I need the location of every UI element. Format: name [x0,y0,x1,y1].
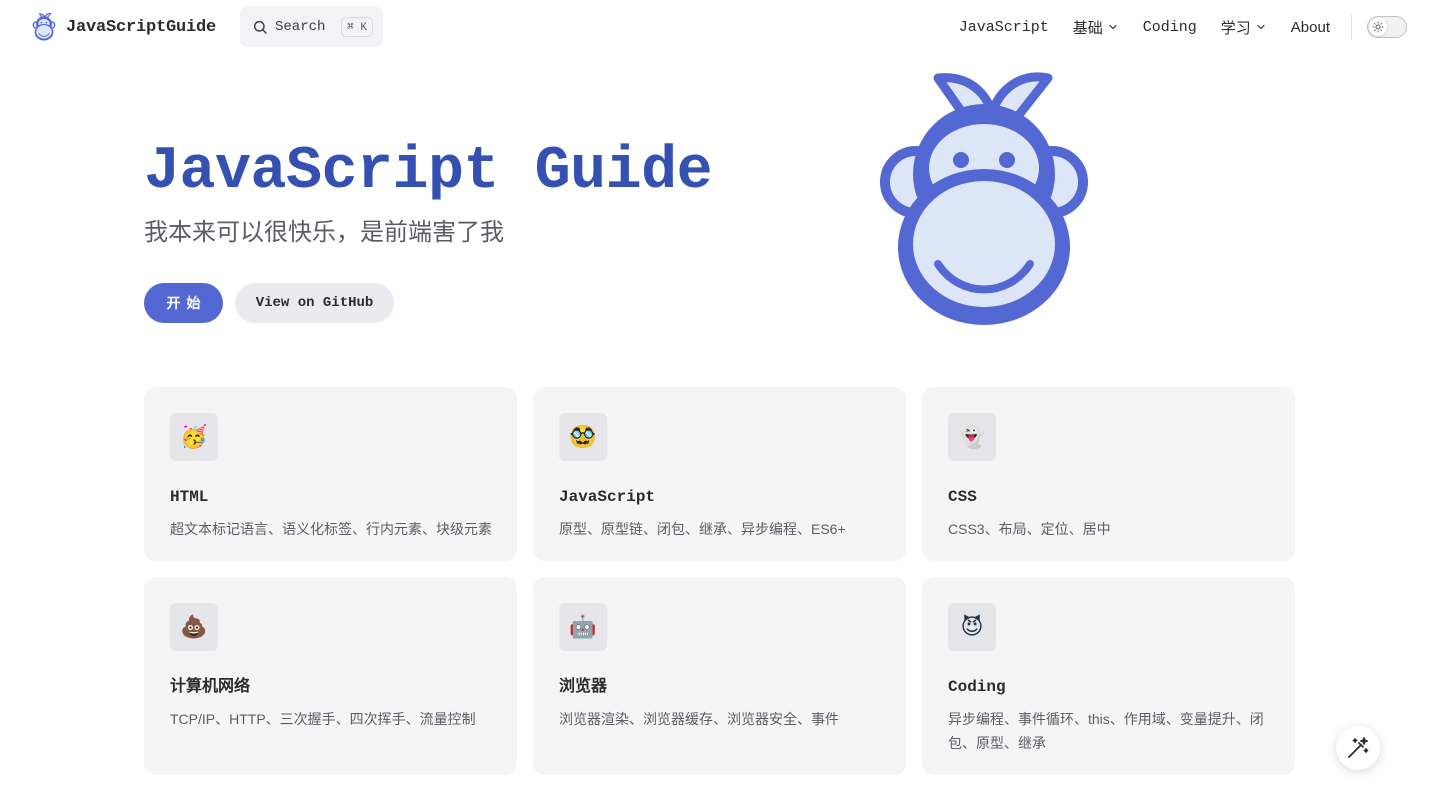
feature-card-html[interactable]: 🥳 HTML 超文本标记语言、语义化标签、行内元素、块级元素 [144,387,517,561]
feature-title: CSS [948,488,977,506]
sun-icon [1372,21,1384,33]
nav-item-basics-dropdown[interactable]: 基础 [1073,17,1119,38]
nav-item-label: About [1290,18,1330,36]
search-label: Search [275,18,326,35]
hero-tagline: 我本来可以很快乐，是前端害了我 [144,219,504,246]
poop-icon: 💩 [170,603,218,651]
nav-item-coding[interactable]: Coding [1143,19,1197,36]
nav-item-label: Coding [1142,18,1197,36]
feature-details: 原型、原型链、闭包、继承、异步编程、ES6+ [559,521,846,537]
navbar: JavaScriptGuide Search ⌘ K JavaScript 基础… [0,0,1440,54]
feature-title: Coding [948,678,1006,696]
nav-item-learn-dropdown[interactable]: 学习 [1221,17,1267,38]
nav-divider [1351,14,1352,40]
nav-item-label: 基础 [1072,19,1103,37]
features-grid: 🥳 HTML 超文本标记语言、语义化标签、行内元素、块级元素 🥸 JavaScr… [144,387,1296,775]
chevron-down-icon [1257,24,1265,30]
feature-details: 超文本标记语言、语义化标签、行内元素、块级元素 [170,521,492,537]
view-on-github-button[interactable]: View on GitHub [235,283,394,323]
search-icon [253,20,267,34]
nav-links: JavaScript 基础 Coding 学习 About [959,0,1330,54]
feature-card-browser[interactable]: 🤖 浏览器 浏览器渲染、浏览器缓存、浏览器安全、事件 [533,577,906,775]
get-started-button[interactable]: 开始 [144,283,223,323]
search-shortcut: ⌘ K [341,16,373,37]
feature-card-css[interactable]: 👻 CSS CSS3、布局、定位、居中 [922,387,1295,561]
nav-item-javascript[interactable]: JavaScript [959,19,1049,36]
robot-icon: 🤖 [559,603,607,651]
search-button[interactable]: Search ⌘ K [240,6,383,47]
chevron-down-icon [1109,24,1117,30]
feature-details: 异步编程、事件循环、this、作用域、变量提升、闭包、原型、继承 [948,711,1264,751]
party-face-icon: 🥳 [170,413,218,461]
feature-title: 计算机网络 [170,678,251,696]
toggle-knob [1369,18,1387,36]
feature-title: JavaScript [559,488,656,506]
feature-card-coding[interactable]: 😈 Coding 异步编程、事件循环、this、作用域、变量提升、闭包、原型、继… [922,577,1295,775]
brand-home-link[interactable]: JavaScriptGuide [32,12,216,42]
feature-card-javascript[interactable]: 🥸 JavaScript 原型、原型链、闭包、继承、异步编程、ES6+ [533,387,906,561]
nav-item-label: 学习 [1220,19,1251,37]
nav-item-about[interactable]: About [1291,19,1330,36]
feature-title: 浏览器 [559,678,608,696]
magic-wand-button[interactable] [1336,726,1380,770]
magic-wand-icon [1348,737,1369,758]
hero-title: JavaScript Guide [144,138,713,206]
nav-item-label: JavaScript [958,18,1049,36]
monkey-mascot-icon [880,72,1088,325]
feature-title: HTML [170,488,209,506]
theme-toggle[interactable] [1367,16,1407,38]
feature-details: CSS3、布局、定位、居中 [948,521,1111,537]
feature-details: TCP/IP、HTTP、三次握手、四次挥手、流量控制 [170,711,476,727]
monkey-logo-icon [32,13,56,41]
feature-details: 浏览器渲染、浏览器缓存、浏览器安全、事件 [559,711,839,727]
feature-card-network[interactable]: 💩 计算机网络 TCP/IP、HTTP、三次握手、四次挥手、流量控制 [144,577,517,775]
ghost-icon: 👻 [948,413,996,461]
brand-title: JavaScriptGuide [66,17,217,37]
smiling-devil-icon: 😈 [948,603,996,651]
disguised-face-icon: 🥸 [559,413,607,461]
